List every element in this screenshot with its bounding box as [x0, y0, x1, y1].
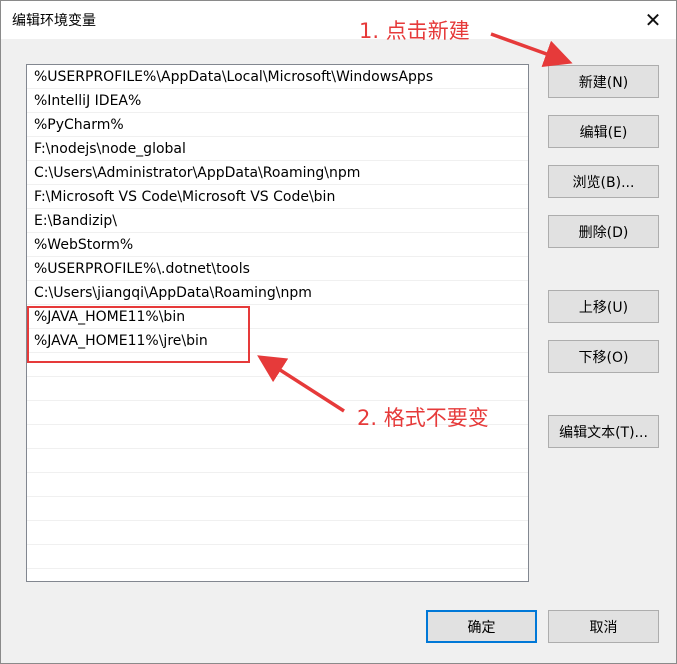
path-row[interactable]: F:\Microsoft VS Code\Microsoft VS Code\b… — [27, 185, 528, 209]
path-row[interactable]: C:\Users\jiangqi\AppData\Roaming\npm — [27, 281, 528, 305]
close-icon: ✕ — [644, 8, 662, 32]
path-row[interactable] — [27, 377, 528, 401]
path-row[interactable] — [27, 521, 528, 545]
path-row[interactable] — [27, 449, 528, 473]
path-row[interactable]: %WebStorm% — [27, 233, 528, 257]
move-up-button[interactable]: 上移(U) — [548, 290, 659, 323]
edit-button[interactable]: 编辑(E) — [548, 115, 659, 148]
path-row[interactable]: F:\nodejs\node_global — [27, 137, 528, 161]
edit-env-var-dialog: 编辑环境变量 ✕ %USERPROFILE%\AppData\Local\Mic… — [0, 0, 677, 664]
ok-button[interactable]: 确定 — [426, 610, 537, 643]
title-bar: 编辑环境变量 ✕ — [1, 1, 676, 39]
path-row[interactable]: E:\Bandizip\ — [27, 209, 528, 233]
new-button[interactable]: 新建(N) — [548, 65, 659, 98]
browse-button[interactable]: 浏览(B)... — [548, 165, 659, 198]
path-row[interactable] — [27, 545, 528, 569]
delete-button[interactable]: 删除(D) — [548, 215, 659, 248]
edit-text-button[interactable]: 编辑文本(T)... — [548, 415, 659, 448]
path-row[interactable] — [27, 473, 528, 497]
path-row[interactable]: %USERPROFILE%\.dotnet\tools — [27, 257, 528, 281]
path-row[interactable]: C:\Users\Administrator\AppData\Roaming\n… — [27, 161, 528, 185]
path-row[interactable]: %IntelliJ IDEA% — [27, 89, 528, 113]
path-row[interactable]: %PyCharm% — [27, 113, 528, 137]
annotation-step1: 1. 点击新建 — [359, 19, 470, 43]
path-row[interactable] — [27, 497, 528, 521]
path-row[interactable] — [27, 353, 528, 377]
path-list[interactable]: %USERPROFILE%\AppData\Local\Microsoft\Wi… — [26, 64, 529, 582]
window-title: 编辑环境变量 — [12, 13, 96, 29]
path-row[interactable]: %JAVA_HOME11%\bin — [27, 305, 528, 329]
path-row[interactable]: %JAVA_HOME11%\jre\bin — [27, 329, 528, 353]
close-button[interactable]: ✕ — [630, 1, 676, 39]
annotation-step2: 2. 格式不要变 — [357, 406, 489, 430]
path-row[interactable]: %USERPROFILE%\AppData\Local\Microsoft\Wi… — [27, 65, 528, 89]
cancel-button[interactable]: 取消 — [548, 610, 659, 643]
move-down-button[interactable]: 下移(O) — [548, 340, 659, 373]
